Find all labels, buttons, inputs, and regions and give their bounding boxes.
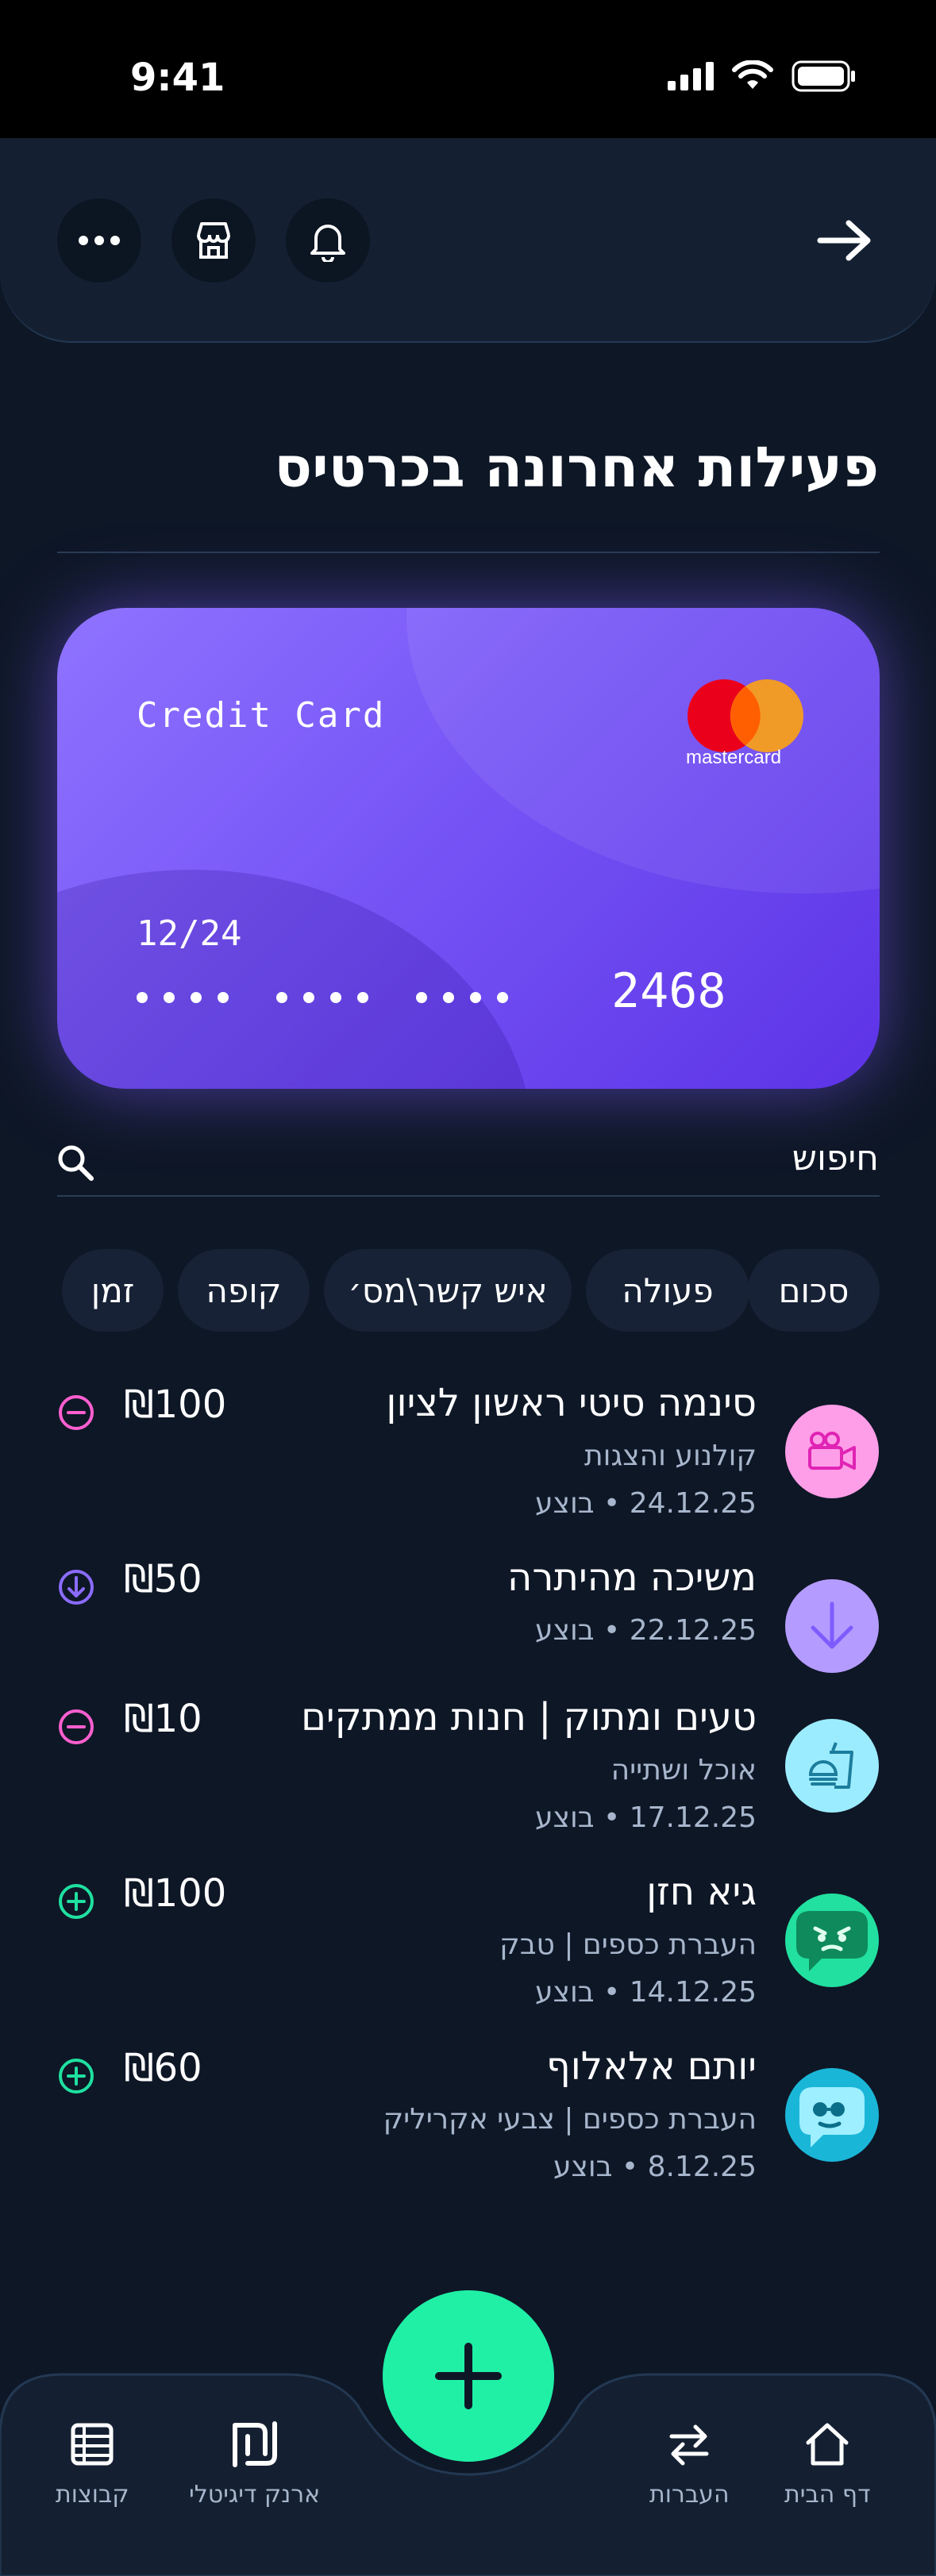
search-icon[interactable] xyxy=(56,1143,95,1182)
transaction-title: משיכה מהיתרה xyxy=(507,1555,757,1600)
nav-wallet-label: ארנק דיגיטלי xyxy=(189,2481,321,2509)
home-icon xyxy=(806,2423,849,2466)
transaction-date-status: 24.12.25 • בוצע xyxy=(535,1487,757,1520)
battery-icon xyxy=(792,60,855,92)
nav-transfers-label: העברות xyxy=(649,2481,730,2509)
transaction-category: העברת כספים | צבעי אקריליק xyxy=(383,2103,757,2136)
add-button[interactable] xyxy=(383,2290,554,2462)
filter-chip-amount[interactable]: סכום xyxy=(748,1249,880,1332)
card-brand: mastercard xyxy=(686,747,782,768)
food-icon xyxy=(808,1742,853,1789)
page-title: פעילות אחרונה בכרטיס xyxy=(274,435,879,500)
credit-card[interactable]: Credit Card mastercard 12/24 2468 xyxy=(57,608,880,1089)
camera-icon xyxy=(808,1432,856,1470)
card-label: Credit Card xyxy=(137,695,386,736)
filter-chip-contact[interactable]: איש קשר\מס׳ xyxy=(324,1249,572,1332)
transaction-amount: ₪100 xyxy=(124,1382,227,1427)
signal-icon xyxy=(668,62,714,90)
transaction-title: טעים ומתוק | חנות ממתקים xyxy=(301,1695,757,1740)
transaction-category: קולנוע והצגות xyxy=(584,1440,757,1472)
arrow-right-icon xyxy=(817,220,871,261)
shekel-icon xyxy=(232,2421,277,2467)
wifi-icon xyxy=(732,60,773,89)
plus-circle-icon xyxy=(59,1884,94,1919)
bell-icon xyxy=(310,225,345,262)
filter-chip-time[interactable]: זמן xyxy=(62,1249,164,1332)
transaction-row[interactable]: סינמה סיטי ראשון לציון קולנוע והצגות 24.… xyxy=(0,1381,936,1548)
avatar-green-icon xyxy=(796,1911,868,1971)
minus-circle-icon xyxy=(59,1709,94,1744)
nav-wallet[interactable]: ארנק דיגיטלי xyxy=(189,2420,320,2509)
transaction-date-status: 17.12.25 • בוצע xyxy=(535,1801,757,1834)
transaction-amount: ₪10 xyxy=(124,1697,202,1741)
plus-icon xyxy=(435,2343,502,2409)
search-divider xyxy=(57,1195,880,1197)
store-button[interactable] xyxy=(171,198,256,283)
transaction-category: אוכל ושתייה xyxy=(611,1754,757,1786)
nav-home-label: דף הבית xyxy=(784,2481,871,2509)
store-icon xyxy=(197,222,230,259)
transaction-avatar xyxy=(785,1719,879,1813)
transaction-avatar xyxy=(785,2068,879,2162)
status-icons xyxy=(668,60,857,92)
transaction-amount: ₪50 xyxy=(124,1557,202,1601)
transaction-date-status: 22.12.25 • בוצע xyxy=(535,1614,757,1647)
transaction-row[interactable]: יותם אלאלוף העברת כספים | צבעי אקריליק 8… xyxy=(0,2044,936,2211)
filter-chip-action[interactable]: פעולה xyxy=(586,1249,749,1332)
nav-home[interactable]: דף הבית xyxy=(784,2420,870,2509)
status-time: 9:41 xyxy=(130,56,225,100)
search-input[interactable]: חיפוש xyxy=(792,1138,879,1178)
transaction-avatar xyxy=(785,1894,879,1987)
transaction-title: גיא חזן xyxy=(646,1870,757,1914)
more-icon xyxy=(79,236,120,245)
avatar-cyan-icon xyxy=(799,2087,865,2147)
transaction-category: העברת כספים | טבק xyxy=(499,1928,757,1961)
app-header xyxy=(0,138,936,343)
transaction-date-status: 8.12.25 • בוצע xyxy=(553,2151,757,2183)
card-last4: 2468 xyxy=(611,963,726,1019)
transaction-date-status: 14.12.25 • בוצע xyxy=(535,1976,757,2009)
transaction-row[interactable]: טעים ומתוק | חנות ממתקים אוכל ושתייה 17.… xyxy=(0,1695,936,1862)
transfer-icon xyxy=(669,2424,709,2466)
notifications-button[interactable] xyxy=(286,198,370,283)
arrow-down-icon xyxy=(811,1601,853,1649)
filter-chip-register[interactable]: קופה xyxy=(178,1249,310,1332)
nav-groups[interactable]: קבוצות xyxy=(56,2420,129,2509)
transaction-avatar xyxy=(785,1405,879,1498)
status-bar: 9:41 xyxy=(0,0,936,138)
more-button[interactable] xyxy=(57,198,141,283)
title-divider xyxy=(57,552,880,553)
transaction-amount: ₪100 xyxy=(124,1871,227,1916)
transaction-amount: ₪60 xyxy=(124,2046,202,2090)
card-expiry: 12/24 xyxy=(137,913,242,954)
card-number-mask xyxy=(137,978,508,1017)
nav-transfers[interactable]: העברות xyxy=(649,2420,730,2509)
transaction-avatar xyxy=(785,1579,879,1673)
table-icon xyxy=(71,2423,114,2466)
transaction-row[interactable]: גיא חזן העברת כספים | טבק 14.12.25 • בוצ… xyxy=(0,1870,936,2036)
transaction-title: סינמה סיטי ראשון לציון xyxy=(386,1381,757,1425)
back-button[interactable] xyxy=(811,206,879,275)
nav-groups-label: קבוצות xyxy=(56,2481,129,2509)
arrow-down-circle-icon xyxy=(59,1570,94,1605)
minus-circle-icon xyxy=(59,1395,94,1430)
transaction-title: יותם אלאלוף xyxy=(546,2044,757,2089)
plus-circle-icon xyxy=(59,2059,94,2093)
